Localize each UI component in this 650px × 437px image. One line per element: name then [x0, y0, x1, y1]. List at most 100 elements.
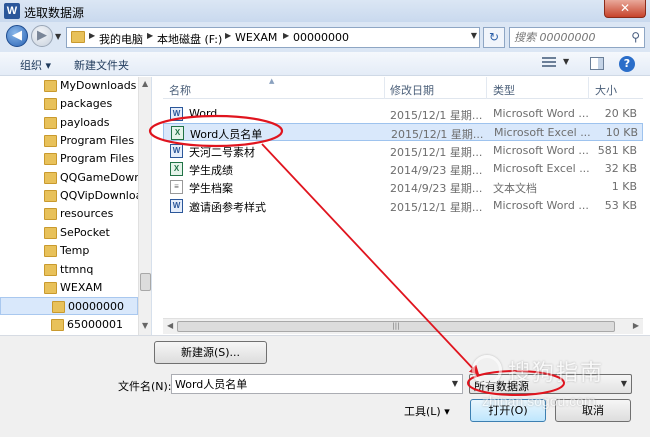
tree-item[interactable]: WEXAM: [0, 279, 138, 297]
column-divider[interactable]: [486, 77, 487, 99]
column-divider[interactable]: [588, 77, 589, 99]
organize-button[interactable]: 组织 ▾: [20, 57, 51, 73]
tree-item-label: packages: [60, 97, 113, 110]
file-type: Microsoft Word ...: [493, 144, 589, 157]
column-name[interactable]: 名称: [169, 82, 191, 98]
tree-item[interactable]: 65000001: [0, 316, 138, 334]
tools-button[interactable]: 工具(L) ▾: [404, 403, 450, 419]
tree-item[interactable]: SePocket: [0, 224, 138, 242]
word-document-icon: W: [170, 199, 183, 213]
tree-item-label: QQGameDownload: [60, 171, 138, 184]
file-name: 学生档案: [189, 182, 233, 195]
folder-icon: [44, 190, 57, 202]
tree-item[interactable]: Program Files (x86): [0, 150, 138, 168]
folder-icon: [44, 264, 57, 276]
tree-item[interactable]: payloads: [0, 114, 138, 132]
chevron-right-icon[interactable]: ▶: [283, 31, 289, 40]
tree-item[interactable]: ttmnq: [0, 261, 138, 279]
tree-item[interactable]: Temp: [0, 242, 138, 260]
scroll-right-icon[interactable]: ▶: [633, 321, 639, 330]
chevron-right-icon[interactable]: ▶: [147, 31, 153, 40]
folder-icon: [44, 153, 57, 165]
file-name: Word: [189, 107, 218, 120]
file-size: 581 KB: [597, 144, 637, 157]
chevron-down-icon[interactable]: ▼: [563, 57, 569, 66]
close-button[interactable]: ✕: [604, 0, 646, 18]
sogou-logo-icon: [472, 355, 502, 385]
history-dropdown-icon[interactable]: ▼: [55, 32, 65, 42]
scroll-down-icon[interactable]: ▼: [142, 321, 148, 330]
chevron-right-icon[interactable]: ▶: [89, 31, 95, 40]
watermark-title: 搜狗指南: [508, 361, 605, 386]
search-box[interactable]: ⚲: [509, 27, 645, 48]
new-source-button[interactable]: 新建源(S)...: [154, 341, 267, 364]
view-list-icon[interactable]: [542, 57, 556, 69]
address-box[interactable]: ▶ 我的电脑 ▶ 本地磁盘 (F:) ▶ WEXAM ▶ 00000000 ▼: [66, 27, 480, 48]
search-input[interactable]: [514, 30, 622, 45]
tree-item[interactable]: QQGameDownload: [0, 169, 138, 187]
text-document-icon: ≡: [170, 180, 183, 194]
column-type[interactable]: 类型: [493, 82, 515, 98]
tree-item-label: Program Files: [60, 134, 135, 147]
tree-item-label: WEXAM: [60, 281, 103, 294]
tree-item-label: MyDownloads: [60, 79, 137, 92]
nav-scrollbar[interactable]: ▲ ▼: [138, 77, 151, 335]
chevron-down-icon[interactable]: ▼: [471, 31, 477, 40]
new-folder-button[interactable]: 新建文件夹: [74, 57, 129, 73]
forward-button[interactable]: ▶: [31, 25, 53, 47]
tree-item-label: 00000000: [68, 300, 124, 313]
horizontal-scrollbar[interactable]: ◀ ||| ▶: [163, 318, 643, 334]
file-type: Microsoft Excel ...: [493, 162, 589, 175]
scroll-up-icon[interactable]: ▲: [142, 79, 148, 88]
tree-item[interactable]: packages: [0, 95, 138, 113]
breadcrumb-local-disk[interactable]: 本地磁盘 (F:): [157, 31, 222, 47]
file-size: 10 KB: [605, 126, 638, 139]
preview-pane-icon[interactable]: [590, 57, 604, 70]
file-size: 1 KB: [611, 180, 637, 193]
excel-document-icon: X: [170, 162, 183, 176]
folder-icon: [44, 282, 57, 294]
scroll-thumb[interactable]: [140, 273, 151, 291]
folder-icon: [52, 301, 65, 313]
column-size[interactable]: 大小: [595, 82, 617, 98]
tree-item[interactable]: Program Files: [0, 132, 138, 150]
refresh-button[interactable]: ↻: [483, 27, 505, 48]
file-row[interactable]: X 学生成绩 2014/9/23 星期... Microsoft Excel .…: [163, 160, 643, 178]
search-icon[interactable]: ⚲: [631, 30, 640, 44]
tree-item-selected[interactable]: 00000000: [0, 297, 138, 315]
file-row[interactable]: W 邀请函参考样式 2015/12/1 星期... Microsoft Word…: [163, 197, 643, 215]
chevron-right-icon[interactable]: ▶: [225, 31, 231, 40]
filename-field[interactable]: [175, 377, 445, 391]
tree-item[interactable]: MyDownloads: [0, 77, 138, 95]
chevron-down-icon[interactable]: ▼: [452, 379, 458, 388]
help-icon[interactable]: ?: [619, 56, 635, 72]
filename-combobox[interactable]: ▼: [171, 374, 463, 394]
breadcrumb-wexam[interactable]: WEXAM: [235, 31, 277, 44]
tree-item-label: Temp: [60, 244, 90, 257]
file-row[interactable]: W 天河二号素材 2015/12/1 星期... Microsoft Word …: [163, 142, 643, 160]
breadcrumb-my-computer[interactable]: 我的电脑: [99, 31, 143, 47]
watermark-url: zhinan.sogou.com: [482, 393, 596, 409]
tree-item[interactable]: QQVipDownload: [0, 187, 138, 205]
scroll-thumb[interactable]: |||: [177, 321, 615, 332]
breadcrumb-00000000[interactable]: 00000000: [293, 31, 349, 44]
folder-icon: [71, 31, 85, 43]
file-date: 2014/9/23 星期...: [390, 182, 483, 195]
tree-item[interactable]: resources: [0, 205, 138, 223]
sort-arrow-icon: ▲: [269, 77, 275, 85]
command-bar: 组织 ▾ 新建文件夹 ▼ ?: [0, 52, 650, 76]
back-button[interactable]: ◀: [6, 25, 28, 47]
tree-item-label: QQVipDownload: [60, 189, 138, 202]
tree-item-label: payloads: [60, 116, 110, 129]
column-divider[interactable]: [384, 77, 385, 99]
file-row[interactable]: ≡ 学生档案 2014/9/23 星期... 文本文档 1 KB: [163, 178, 643, 196]
address-bar: ◀ ▶ ▼ ▶ 我的电脑 ▶ 本地磁盘 (F:) ▶ WEXAM ▶ 00000…: [0, 22, 650, 52]
file-row-selected[interactable]: X Word人员名单 2015/12/1 星期... Microsoft Exc…: [163, 123, 643, 141]
column-date[interactable]: 修改日期: [390, 82, 434, 98]
window-title: 选取数据源: [24, 6, 85, 20]
folder-icon: [44, 208, 57, 220]
tree-item-label: ttmnq: [60, 263, 94, 276]
file-row[interactable]: W Word 2015/12/1 星期... Microsoft Word ..…: [163, 105, 643, 123]
file-size: 53 KB: [604, 199, 637, 212]
scroll-left-icon[interactable]: ◀: [167, 321, 173, 330]
